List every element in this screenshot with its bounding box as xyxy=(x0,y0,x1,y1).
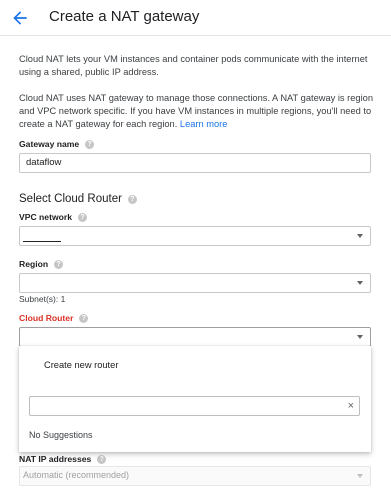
help-icon[interactable]: ? xyxy=(54,259,64,269)
region-label: Region ? xyxy=(19,259,64,269)
cloud-router-dropdown: Create new router × No Suggestions xyxy=(19,346,371,452)
clear-icon[interactable]: × xyxy=(348,400,354,412)
help-icon[interactable]: ? xyxy=(97,454,107,464)
vpc-network-select[interactable] xyxy=(19,226,371,246)
router-search-input[interactable]: × xyxy=(29,396,360,416)
vpc-network-value xyxy=(23,230,61,242)
dropdown-arrow-icon xyxy=(357,474,363,478)
intro-paragraph-1: Cloud NAT lets your VM instances and con… xyxy=(19,54,368,77)
help-icon[interactable]: ? xyxy=(78,212,88,222)
section-title-text: Select Cloud Router xyxy=(19,193,122,205)
gateway-name-label: Gateway name ? xyxy=(19,139,95,149)
help-icon[interactable]: ? xyxy=(79,313,89,323)
vpc-network-label-text: VPC network xyxy=(19,212,73,222)
no-suggestions-text: No Suggestions xyxy=(29,430,93,440)
arrow-back-icon xyxy=(13,11,27,25)
help-icon[interactable]: ? xyxy=(127,194,137,204)
nat-ip-label: NAT IP addresses ? xyxy=(19,454,107,464)
region-label-text: Region xyxy=(19,259,49,269)
cloud-router-label: Cloud Router ? xyxy=(19,313,89,323)
help-icon[interactable]: ? xyxy=(85,139,95,149)
nat-ip-label-text: NAT IP addresses xyxy=(19,454,92,464)
back-button[interactable] xyxy=(10,8,32,28)
intro-paragraph-2: Cloud NAT uses NAT gateway to manage tho… xyxy=(19,92,381,131)
gateway-name-label-text: Gateway name xyxy=(19,139,80,149)
nat-ip-select: Automatic (recommended) xyxy=(19,466,371,486)
page-header: Create a NAT gateway xyxy=(0,0,391,36)
gateway-name-input[interactable]: dataflow xyxy=(19,153,371,173)
page-title: Create a NAT gateway xyxy=(49,8,200,25)
cloud-router-select[interactable] xyxy=(19,327,371,347)
cloud-router-section-title: Select Cloud Router ? xyxy=(19,193,137,205)
create-new-router-option[interactable]: Create new router xyxy=(19,354,371,376)
learn-more-link[interactable]: Learn more xyxy=(180,119,228,129)
vpc-network-label: VPC network ? xyxy=(19,212,88,222)
dropdown-arrow-icon xyxy=(357,335,363,339)
nat-ip-value: Automatic (recommended) xyxy=(23,470,130,480)
subnets-count: Subnet(s): 1 xyxy=(19,294,66,304)
cloud-router-label-text: Cloud Router xyxy=(19,313,74,323)
dropdown-arrow-icon xyxy=(357,234,363,238)
dropdown-arrow-icon xyxy=(357,281,363,285)
region-select[interactable] xyxy=(19,273,371,293)
